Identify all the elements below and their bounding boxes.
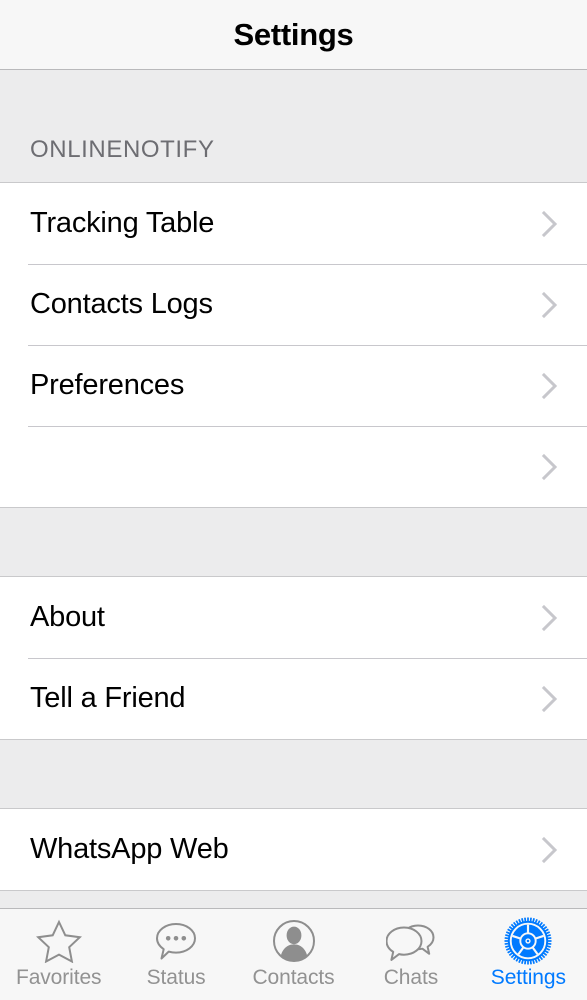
gear-icon [502, 917, 554, 965]
tab-label: Chats [383, 966, 439, 989]
speech-bubble-ellipsis-icon [150, 917, 202, 965]
section-header-onlinenotify: ONLINENOTIFY [0, 70, 587, 183]
person-circle-icon [268, 917, 320, 965]
navigation-bar: Settings [0, 0, 587, 70]
section-gap [0, 739, 587, 809]
tab-label: Status [146, 966, 206, 989]
tab-settings[interactable]: Settings [470, 909, 587, 1000]
chevron-right-icon [541, 452, 559, 482]
list-item-label: About [30, 601, 105, 633]
chevron-right-icon [541, 371, 559, 401]
tab-bar: Favorites Status Contacts Chats Settings [0, 908, 587, 1000]
list-item-label: Preferences [30, 369, 185, 401]
chevron-right-icon [541, 684, 559, 714]
section-general: About Tell a Friend [0, 577, 587, 739]
settings-list[interactable]: ONLINENOTIFY Tracking Table Contacts Log… [0, 70, 587, 908]
list-item-label: Contacts Logs [30, 288, 213, 320]
list-item-tell-a-friend[interactable]: Tell a Friend [0, 658, 587, 739]
list-item-blank[interactable] [0, 426, 587, 507]
tab-label: Contacts [252, 966, 335, 989]
page-title: Settings [233, 16, 354, 52]
tab-favorites[interactable]: Favorites [0, 909, 117, 1000]
section-whatsapp-web: WhatsApp Web [0, 809, 587, 890]
tab-label: Favorites [15, 966, 102, 989]
chevron-right-icon [541, 603, 559, 633]
section-onlinenotify: Tracking Table Contacts Logs Preferences [0, 183, 587, 507]
list-item-about[interactable]: About [0, 577, 587, 658]
double-speech-bubble-icon [385, 917, 437, 965]
tab-chats[interactable]: Chats [352, 909, 469, 1000]
section-gap-bottom [0, 890, 587, 908]
chevron-right-icon [541, 209, 559, 239]
section-gap [0, 507, 587, 577]
list-item-label: Tracking Table [30, 207, 215, 239]
list-item-label: WhatsApp Web [30, 833, 229, 865]
list-item-contacts-logs[interactable]: Contacts Logs [0, 264, 587, 345]
tab-status[interactable]: Status [117, 909, 234, 1000]
settings-screen: Settings ONLINENOTIFY Tracking Table Con… [0, 0, 587, 1000]
chevron-right-icon [541, 290, 559, 320]
tab-contacts[interactable]: Contacts [235, 909, 352, 1000]
list-item-whatsapp-web[interactable]: WhatsApp Web [0, 809, 587, 890]
tab-label: Settings [490, 966, 566, 989]
list-item-tracking-table[interactable]: Tracking Table [0, 183, 587, 264]
list-item-preferences[interactable]: Preferences [0, 345, 587, 426]
star-outline-icon [33, 917, 85, 965]
chevron-right-icon [541, 835, 559, 865]
list-item-label: Tell a Friend [30, 682, 186, 714]
section-header-label: ONLINENOTIFY [30, 136, 215, 163]
